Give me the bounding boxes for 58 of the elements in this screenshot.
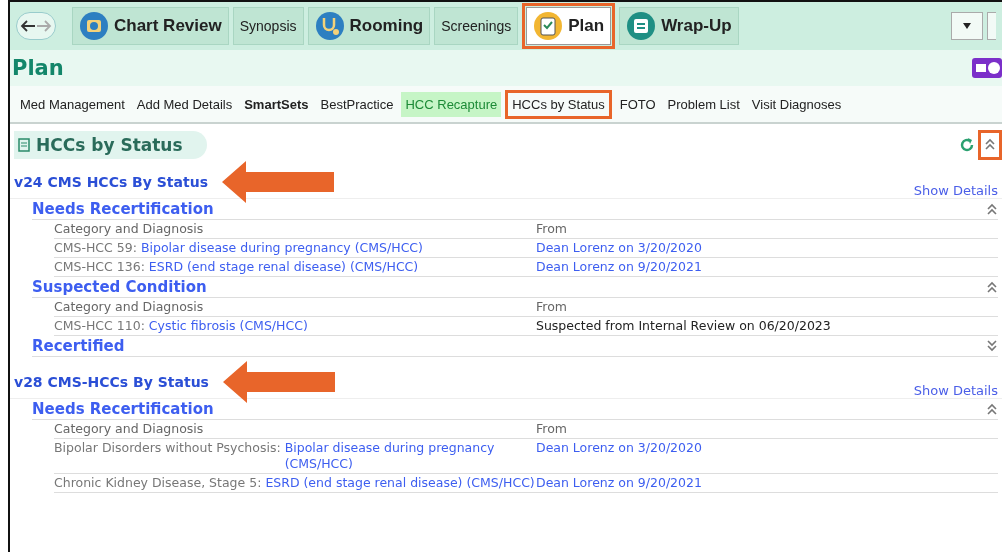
subsection-title[interactable]: Needs Recertification: [32, 400, 214, 418]
tab[interactable]: Synopsis: [232, 7, 304, 45]
source-link[interactable]: Dean Lorenz on 9/20/2021: [536, 259, 702, 274]
section-link[interactable]: Add Med Details: [132, 91, 237, 117]
back-arrow-icon[interactable]: [20, 19, 36, 33]
column-header: From: [536, 421, 568, 437]
section-link[interactable]: Med Management: [16, 91, 129, 117]
source-link[interactable]: Dean Lorenz on 3/20/2020: [536, 440, 702, 455]
diagnosis-link[interactable]: ESRD (end stage renal disease) (CMS/HCC): [265, 475, 535, 491]
diagnosis-link[interactable]: Bipolar disease during pregnancy (CMS/HCC): [140, 240, 423, 256]
source-link[interactable]: Dean Lorenz on 3/20/2020: [536, 240, 702, 255]
clipboard-icon: [533, 11, 564, 41]
section-link[interactable]: HCC Recapture: [401, 91, 502, 117]
hcc-category: Chronic Kidney Disease, Stage 5:: [54, 475, 262, 491]
hcc-category: CMS-HCC 110:: [54, 318, 145, 334]
section-link[interactable]: Visit Diagnoses: [747, 91, 846, 117]
column-header: Category and Diagnosis: [54, 421, 205, 437]
diagnosis-link[interactable]: Bipolar disease during pregnancy (CMS/HCC): [284, 440, 536, 472]
tab[interactable]: Chart Review: [72, 7, 229, 45]
tab[interactable]: Rooming: [307, 7, 431, 45]
hcc-category: CMS-HCC 136:: [54, 259, 145, 275]
document-icon: [18, 138, 30, 152]
diagnosis-link[interactable]: ESRD (end stage renal disease) (CMS/HCC): [148, 259, 419, 275]
media-badge-icon[interactable]: [972, 58, 1002, 78]
diagnosis-link[interactable]: Cystic fibrosis (CMS/HCC): [148, 318, 308, 334]
group-title: v28 CMS-HCCs By Status: [14, 374, 209, 390]
section-link[interactable]: Problem List: [663, 91, 744, 117]
column-header: From: [536, 221, 568, 237]
page-title: Plan: [12, 56, 64, 80]
collapse-icon[interactable]: [986, 280, 998, 294]
caret-icon: [963, 23, 971, 29]
source-link[interactable]: Dean Lorenz on 9/20/2021: [536, 475, 702, 490]
group-title: v24 CMS HCCs By Status: [14, 174, 208, 190]
section-link[interactable]: HCCs by Status: [509, 93, 608, 115]
column-header: Category and Diagnosis: [54, 299, 205, 315]
tab[interactable]: Screenings: [434, 7, 519, 45]
refresh-icon[interactable]: [958, 136, 976, 154]
column-header: Category and Diagnosis: [54, 221, 205, 237]
show-details-link[interactable]: Show Details: [913, 183, 998, 198]
section-link[interactable]: SmartSets: [240, 91, 313, 117]
subsection-title[interactable]: Recertified: [32, 337, 125, 355]
collapse-icon[interactable]: [986, 202, 998, 216]
tab[interactable]: Wrap-Up: [619, 7, 739, 45]
checklist-icon: [626, 11, 657, 41]
show-details-link[interactable]: Show Details: [913, 383, 998, 398]
section-link[interactable]: BestPractice: [316, 91, 398, 117]
section-title: HCCs by Status: [36, 135, 183, 155]
hcc-category: CMS-HCC 59:: [54, 240, 137, 256]
hcc-category: Bipolar Disorders without Psychosis:: [54, 440, 281, 456]
column-header: From: [536, 299, 568, 315]
section-link[interactable]: FOTO: [615, 91, 660, 117]
collapse-icon[interactable]: [986, 402, 998, 416]
expand-icon[interactable]: [986, 339, 998, 353]
tab[interactable]: Plan: [526, 7, 612, 45]
subsection-title[interactable]: Needs Recertification: [32, 200, 214, 218]
dropdown-button[interactable]: [951, 12, 983, 40]
source-text: Suspected from Internal Review on 06/20/2023: [536, 318, 831, 333]
subsection-title[interactable]: Suspected Condition: [32, 278, 207, 296]
